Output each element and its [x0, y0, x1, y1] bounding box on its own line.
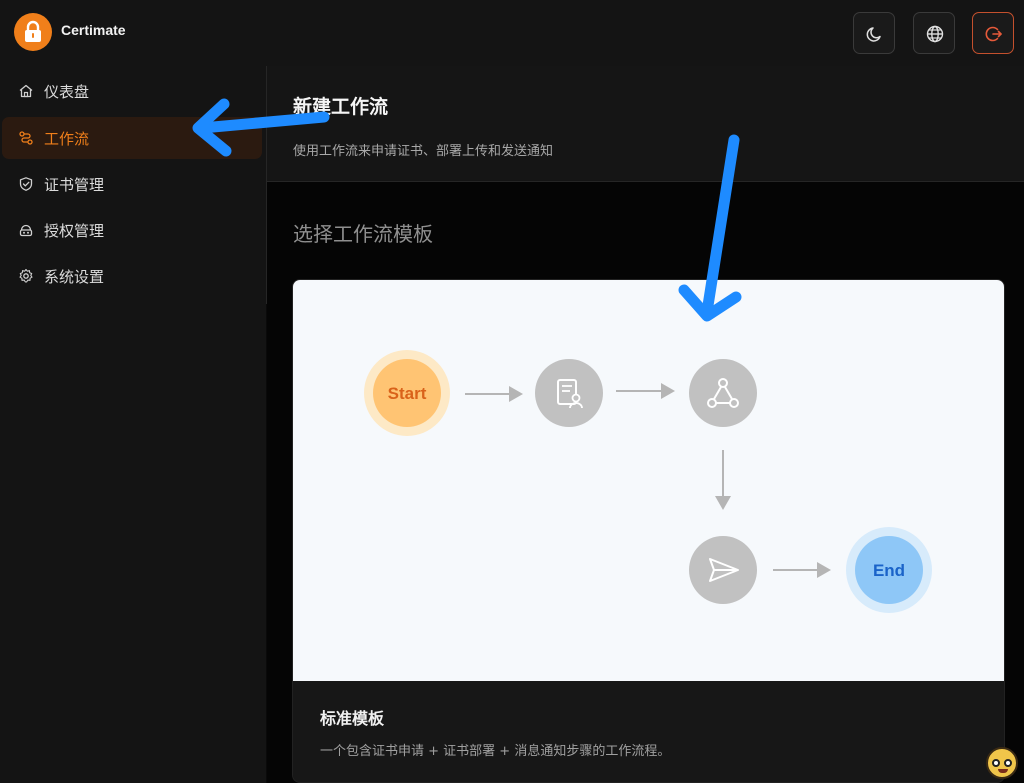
- sidebar-item-settings[interactable]: 系统设置: [2, 255, 262, 297]
- globe-icon: [926, 25, 944, 43]
- section-title: 选择工作流模板: [293, 222, 433, 246]
- moon-icon: [866, 27, 881, 42]
- sidebar-item-label: 系统设置: [44, 268, 105, 286]
- sidebar-item-certificates[interactable]: 证书管理: [2, 163, 262, 205]
- logout-icon: [985, 26, 1002, 42]
- sidebar-item-workflow[interactable]: 工作流: [2, 117, 262, 159]
- sidebar-item-label: 工作流: [44, 130, 90, 148]
- sidebar: 仪表盘 工作流 证书管理 授权管理 系统设置: [0, 66, 266, 783]
- start-node: Start: [364, 350, 450, 436]
- sidebar-item-label: 仪表盘: [44, 83, 90, 101]
- main-content: 新建工作流 使用工作流来申请证书、部署上传和发送通知 选择工作流模板 Start…: [267, 66, 1024, 783]
- app-root: Certimate 仪表盘 工作流 证书管理 授权管理 系统设置 新建工作流 使…: [0, 0, 1024, 783]
- certificate-apply-icon: [535, 359, 603, 427]
- workflow-diagram: Start End: [364, 350, 932, 613]
- mascot-avatar: [986, 747, 1018, 779]
- logout-button[interactable]: [972, 12, 1014, 54]
- template-card-body: 标准模板 一个包含证书申请 + 证书部署 + 消息通知步骤的工作流程。: [293, 681, 1004, 782]
- page-title: 新建工作流: [293, 96, 389, 118]
- end-node: End: [846, 527, 932, 613]
- page-subtitle: 使用工作流来申请证书、部署上传和发送通知: [293, 144, 554, 159]
- end-label: End: [873, 561, 905, 580]
- theme-toggle-button[interactable]: [853, 12, 895, 54]
- sidebar-item-access[interactable]: 授权管理: [2, 209, 262, 251]
- workflow-icon: [19, 131, 33, 145]
- sidebar-item-label: 授权管理: [44, 222, 105, 240]
- top-bar: Certimate: [0, 0, 1024, 66]
- access-icon: [19, 224, 33, 237]
- template-preview: Start End: [293, 280, 1004, 681]
- sidebar-item-dashboard[interactable]: 仪表盘: [2, 70, 262, 112]
- shield-check-icon: [19, 177, 33, 191]
- template-description: 一个包含证书申请 + 证书部署 + 消息通知步骤的工作流程。: [320, 744, 671, 759]
- page-header: 新建工作流 使用工作流来申请证书、部署上传和发送通知: [267, 66, 1024, 182]
- template-title: 标准模板: [320, 709, 385, 728]
- start-label: Start: [388, 384, 427, 403]
- language-button[interactable]: [913, 12, 955, 54]
- app-name: Certimate: [61, 22, 126, 38]
- sidebar-item-label: 证书管理: [44, 176, 105, 194]
- send-icon: [689, 536, 757, 604]
- lock-icon[interactable]: [14, 13, 52, 51]
- gear-icon: [19, 268, 33, 283]
- template-card-standard[interactable]: Start End 标准模板 一个包含证书申请 + 证书部署 + 消息通知步骤的…: [292, 279, 1005, 783]
- home-icon: [19, 84, 33, 98]
- deploy-nodes-icon: [689, 359, 757, 427]
